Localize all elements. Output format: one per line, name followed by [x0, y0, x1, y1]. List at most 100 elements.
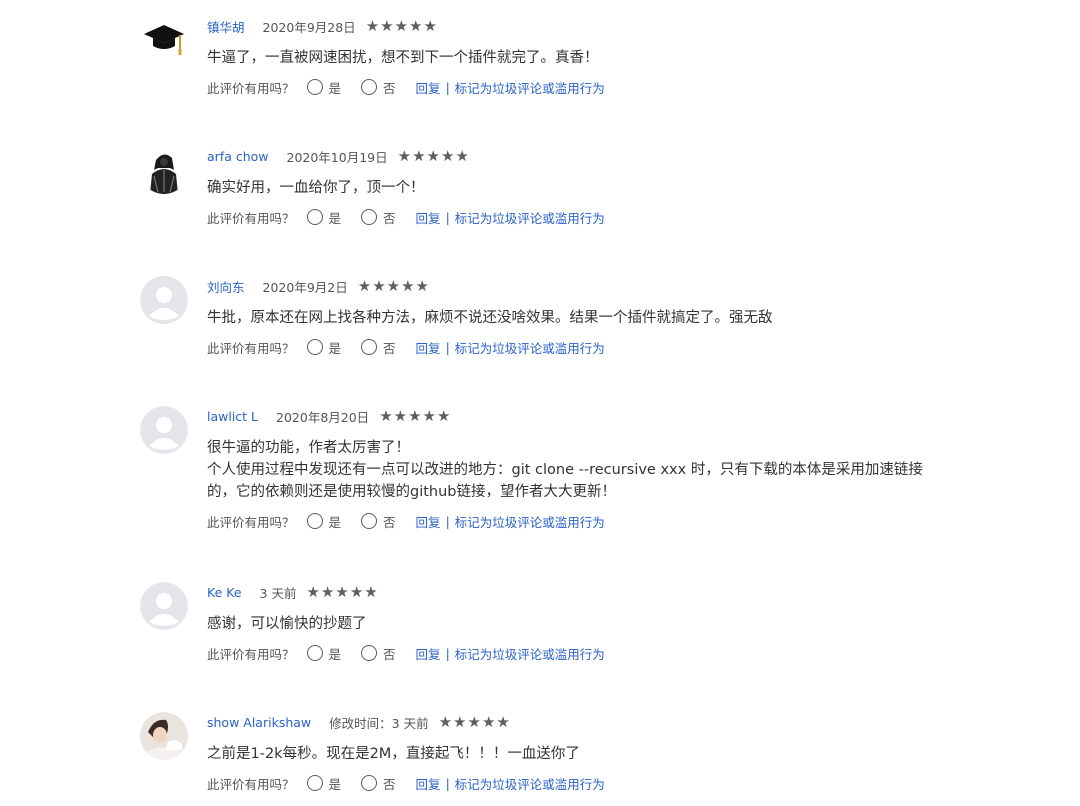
review-date: 2020年8月20日: [276, 409, 370, 425]
yes-radio[interactable]: 是: [306, 774, 341, 793]
star-icon: ★: [422, 406, 436, 425]
star-icon: ★: [365, 16, 380, 35]
radio-circle-icon[interactable]: [361, 775, 378, 791]
review-text-line: 确实好用，一血给你了，顶一个！: [207, 180, 425, 196]
review-date: 2020年9月28日: [262, 19, 356, 35]
no-radio[interactable]: 否: [361, 774, 396, 793]
avatar: [140, 712, 188, 760]
star-rating: ★ ★ ★ ★ ★: [306, 582, 378, 601]
reply-link[interactable]: 回复: [416, 774, 441, 793]
review-actions: 此评价有用吗？ 是 否 回复 | 标记为垃圾评论或滥用行为: [207, 207, 957, 227]
star-icon: ★: [440, 146, 455, 165]
star-rating: ★ ★ ★ ★ ★: [397, 146, 469, 165]
no-label: 否: [383, 776, 396, 792]
no-radio[interactable]: 否: [361, 208, 396, 227]
radio-circle-icon[interactable]: [306, 79, 323, 95]
review-meta: lawlict L 2020年8月20日 ★ ★ ★ ★ ★: [207, 406, 957, 426]
report-link[interactable]: 标记为垃圾评论或滥用行为: [455, 338, 605, 357]
star-icon: ★: [412, 146, 426, 165]
link-separator: |: [445, 645, 450, 661]
link-separator: |: [445, 209, 450, 225]
radio-circle-icon[interactable]: [361, 209, 378, 225]
review-text: 之前是1-2k每秒。现在是2M，直接起飞！！！一血送你了: [207, 743, 957, 765]
no-label: 否: [383, 514, 396, 530]
author-name[interactable]: 镇华胡: [207, 17, 245, 36]
star-icon: ★: [394, 16, 409, 35]
no-radio[interactable]: 否: [361, 512, 396, 531]
yes-radio[interactable]: 是: [306, 338, 341, 357]
default-user-icon: [140, 406, 188, 454]
no-label: 否: [383, 210, 396, 226]
yes-label: 是: [328, 514, 342, 530]
reply-link[interactable]: 回复: [416, 78, 441, 97]
star-icon: ★: [438, 712, 453, 731]
no-radio[interactable]: 否: [361, 78, 396, 97]
star-icon: ★: [386, 276, 401, 295]
star-icon: ★: [335, 582, 349, 601]
radio-circle-icon[interactable]: [361, 79, 378, 95]
review-text: 很牛逼的功能，作者太厉害了！ 个人使用过程中发现还有一点可以改进的地方：git c…: [207, 437, 957, 503]
author-name[interactable]: 刘向东: [207, 277, 245, 296]
review-actions: 此评价有用吗？ 是 否 回复 | 标记为垃圾评论或滥用行为: [207, 337, 957, 357]
review-text: 牛批，原本还在网上找各种方法，麻烦不说还没啥效果。结果一个插件就搞定了。强无敌: [207, 307, 957, 329]
review-text-line: 个人使用过程中发现还有一点可以改进的地方：git clone --recursi…: [207, 462, 923, 478]
report-link[interactable]: 标记为垃圾评论或滥用行为: [455, 208, 605, 227]
no-radio[interactable]: 否: [361, 644, 396, 663]
author-name[interactable]: arfa chow: [207, 149, 269, 164]
star-icon: ★: [393, 406, 408, 425]
review-content: show Alarikshaw 修改时间：3 天前 ★ ★ ★ ★ ★ 之前是1-2k每秒。现…: [207, 712, 957, 793]
review-text-line: 感谢，可以愉快的抄题了: [207, 616, 367, 632]
avatar: [140, 276, 188, 324]
author-name[interactable]: Ke Ke: [207, 585, 242, 600]
star-icon: ★: [380, 16, 394, 35]
helpful-question: 此评价有用吗？: [207, 80, 295, 96]
yes-label: 是: [328, 210, 342, 226]
link-separator: |: [445, 513, 450, 529]
author-name[interactable]: lawlict L: [207, 409, 258, 424]
author-name[interactable]: show Alarikshaw: [207, 715, 311, 730]
review-text: 确实好用，一血给你了，顶一个！: [207, 177, 957, 199]
yes-label: 是: [328, 80, 342, 96]
default-user-icon: [140, 582, 188, 630]
reply-link[interactable]: 回复: [416, 512, 441, 531]
star-icon: ★: [426, 146, 440, 165]
report-link[interactable]: 标记为垃圾评论或滥用行为: [455, 774, 605, 793]
radio-circle-icon[interactable]: [306, 775, 323, 791]
reply-link[interactable]: 回复: [416, 208, 441, 227]
report-link[interactable]: 标记为垃圾评论或滥用行为: [455, 644, 605, 663]
star-icon: ★: [467, 712, 481, 731]
yes-radio[interactable]: 是: [306, 512, 342, 531]
review-content: Ke Ke 3 天前 ★ ★ ★ ★ ★ 感谢，可以愉快的抄题了 此评价有用吗？是否回复 | 标记为…: [207, 582, 957, 663]
radio-circle-icon[interactable]: [361, 339, 378, 355]
helpful-question: 此评价有用吗？: [207, 776, 295, 792]
star-icon: ★: [306, 582, 320, 601]
star-icon: ★: [455, 146, 469, 165]
star-rating: ★ ★ ★ ★ ★: [358, 276, 429, 295]
radio-circle-icon[interactable]: [306, 645, 323, 661]
radio-circle-icon[interactable]: [361, 645, 378, 661]
radio-circle-icon[interactable]: [361, 513, 378, 529]
report-link[interactable]: 标记为垃圾评论或滥用行为: [455, 512, 605, 531]
radio-circle-icon[interactable]: [306, 513, 323, 529]
review-meta: Ke Ke 3 天前 ★ ★ ★ ★ ★: [207, 582, 957, 602]
reply-link[interactable]: 回复: [416, 338, 441, 357]
review-meta: 刘向东 2020年9月2日 ★ ★ ★ ★ ★: [207, 276, 957, 296]
review-date: 2020年9月2日: [262, 279, 348, 295]
star-icon: ★: [401, 276, 415, 295]
star-icon: ★: [397, 146, 412, 165]
avatar: [140, 16, 188, 64]
no-radio[interactable]: 否: [361, 338, 396, 357]
radio-circle-icon[interactable]: [306, 339, 323, 355]
report-link[interactable]: 标记为垃圾评论或滥用行为: [455, 78, 605, 97]
review-meta: arfa chow 2020年10月19日 ★ ★ ★ ★ ★: [207, 146, 957, 166]
helpful-question: 此评价有用吗？: [207, 210, 295, 226]
reply-link[interactable]: 回复: [416, 644, 441, 663]
star-rating: ★ ★ ★ ★ ★: [438, 712, 510, 731]
yes-radio[interactable]: 是: [306, 208, 342, 227]
review-meta: show Alarikshaw 修改时间：3 天前 ★ ★ ★ ★ ★: [207, 712, 957, 732]
radio-circle-icon[interactable]: [306, 209, 323, 225]
review-text-line: 牛批，原本还在网上找各种方法，麻烦不说还没啥效果。结果一个插件就搞定了。强无敌: [207, 310, 773, 326]
star-icon: ★: [364, 582, 378, 601]
yes-radio[interactable]: 是: [306, 78, 342, 97]
yes-radio[interactable]: 是: [306, 644, 341, 663]
